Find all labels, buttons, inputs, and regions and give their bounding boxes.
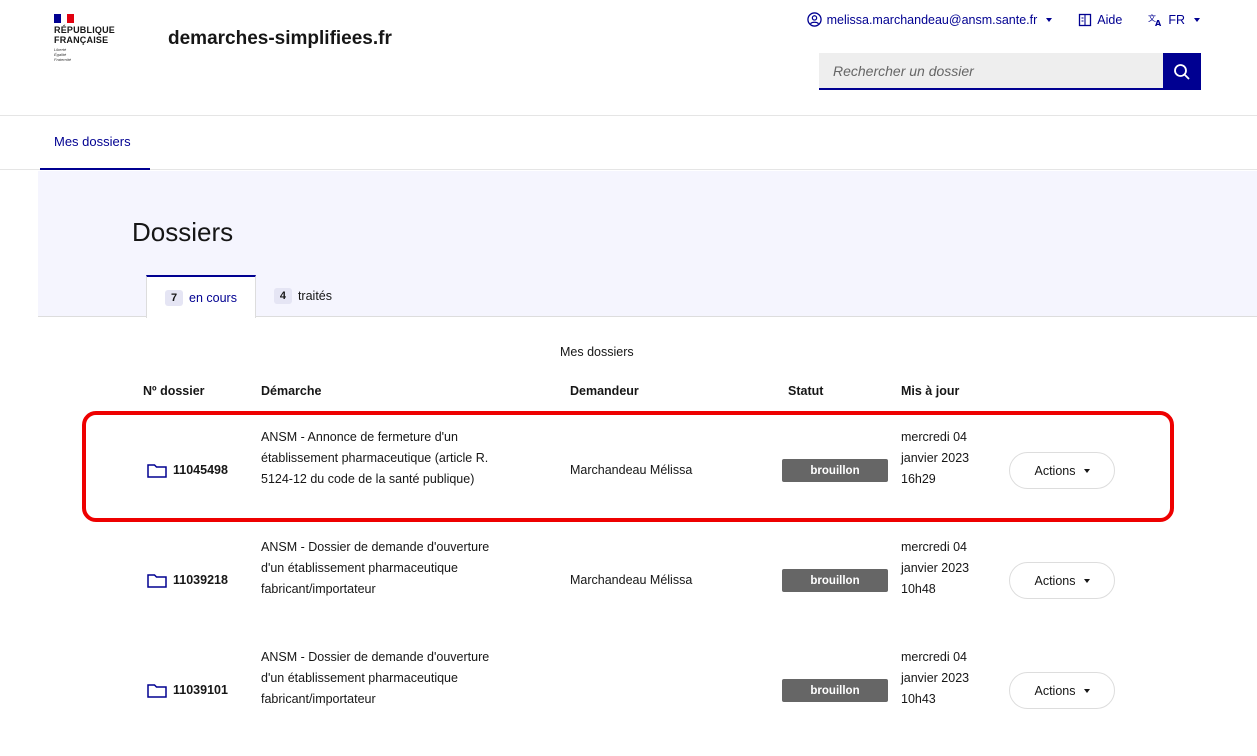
site-header: RÉPUBLIQUE FRANÇAISE Liberté Égalité Fra… (0, 0, 1257, 116)
highlight-annotation (82, 411, 1174, 522)
actions-label: Actions (1034, 573, 1076, 588)
help-link[interactable]: Aide (1078, 13, 1122, 27)
folder-icon (147, 684, 167, 698)
tab-label: en cours (189, 290, 237, 305)
language-selector[interactable]: 文 A FR (1148, 13, 1200, 27)
search-bar: Rechercher un dossier (819, 53, 1201, 90)
demarche-line: fabricant/importateur (261, 692, 376, 706)
sub-navigation: Mes dossiers (0, 116, 1257, 170)
date-line: janvier 2023 (901, 671, 970, 685)
demarche-cell[interactable]: ANSM - Dossier de demande d'ouverture d'… (261, 537, 489, 600)
search-button[interactable] (1163, 53, 1201, 90)
chevron-down-icon (1083, 688, 1090, 693)
date-line: 10h43 (901, 692, 936, 706)
column-header-demandeur: Demandeur (570, 384, 639, 398)
status-badge: brouillon (782, 569, 888, 592)
demarche-line: ANSM - Dossier de demande d'ouverture (261, 540, 490, 554)
actions-label: Actions (1034, 683, 1076, 698)
tab-label: traités (297, 289, 332, 303)
demarche-cell[interactable]: ANSM - Dossier de demande d'ouverture d'… (261, 647, 489, 710)
date-line: 10h48 (901, 582, 936, 596)
folder-icon (147, 574, 167, 588)
tab-traites[interactable]: 4 traités (256, 275, 350, 317)
date-cell[interactable]: mercredi 04 janvier 2023 10h43 (901, 647, 969, 710)
svg-text:A: A (1155, 19, 1162, 27)
demarche-line: ANSM - Dossier de demande d'ouverture (261, 650, 490, 664)
top-navigation: melissa.marchandeau@ansm.sante.fr Aide 文… (806, 12, 1200, 27)
column-header-mis-a-jour: Mis à jour (901, 384, 960, 398)
tab-count-badge: 7 (165, 289, 183, 306)
demarche-line: d'un établissement pharmaceutique (261, 671, 458, 685)
language-label: FR (1168, 12, 1185, 27)
demandeur-cell[interactable]: Marchandeau Mélissa (570, 570, 692, 591)
date-line: janvier 2023 (901, 561, 970, 575)
nav-mes-dossiers[interactable]: Mes dossiers (40, 116, 150, 170)
user-email: melissa.marchandeau@ansm.sante.fr (826, 12, 1038, 27)
actions-button[interactable]: Actions (1009, 562, 1115, 599)
demarche-line: fabricant/importateur (261, 582, 376, 596)
search-icon (1174, 63, 1190, 80)
table-caption: Mes dossiers (560, 345, 634, 359)
logo-text-line-1: RÉPUBLIQUE (54, 25, 116, 35)
date-line: mercredi 04 (901, 650, 967, 664)
tab-en-cours[interactable]: 7 en cours (146, 275, 256, 318)
date-cell[interactable]: mercredi 04 janvier 2023 10h48 (901, 537, 969, 600)
motto: Liberté Égalité Fraternité (54, 47, 124, 62)
column-header-statut: Statut (788, 384, 824, 398)
dossier-number-text: 11039218 (173, 573, 228, 587)
demarche-line: d'un établissement pharmaceutique (261, 561, 458, 575)
chevron-down-icon (1046, 17, 1053, 22)
status-badge: brouillon (782, 679, 888, 702)
help-book-icon (1079, 13, 1092, 26)
page-title: Dossiers (132, 217, 234, 247)
user-account-icon (806, 12, 822, 27)
dossier-number-text: 11039101 (173, 683, 228, 697)
help-label: Aide (1097, 12, 1123, 27)
dossier-number[interactable]: 11039218 (147, 570, 228, 591)
translate-icon: 文 A (1148, 13, 1162, 27)
french-flag-icon (54, 14, 75, 23)
tab-count-badge: 4 (273, 288, 292, 304)
user-menu-button[interactable]: melissa.marchandeau@ansm.sante.fr (806, 12, 1053, 27)
column-header-demarche: Démarche (261, 384, 322, 398)
logo-text-line-2: FRANÇAISE (54, 35, 109, 45)
chevron-down-icon (1083, 578, 1090, 583)
table-row[interactable]: 11039218 ANSM - Dossier de demande d'ouv… (140, 528, 1140, 628)
service-title[interactable]: demarches-simplifiees.fr (168, 28, 392, 50)
republique-francaise-logo[interactable]: RÉPUBLIQUE FRANÇAISE Liberté Égalité Fra… (54, 14, 124, 62)
chevron-down-icon (1194, 17, 1200, 22)
date-line: mercredi 04 (901, 540, 967, 554)
dossier-number[interactable]: 11039101 (147, 680, 228, 701)
table-row[interactable]: 11039101 ANSM - Dossier de demande d'ouv… (140, 638, 1140, 738)
actions-button[interactable]: Actions (1009, 672, 1115, 709)
dossier-tabs: 7 en cours 4 traités (146, 275, 350, 318)
motto-fraternite: Fraternité (54, 57, 72, 62)
dossiers-header-band: Dossiers 7 en cours 4 traités (38, 171, 1257, 318)
search-input[interactable]: Rechercher un dossier (819, 53, 1163, 90)
column-header-numero: Nº dossier (143, 384, 205, 398)
